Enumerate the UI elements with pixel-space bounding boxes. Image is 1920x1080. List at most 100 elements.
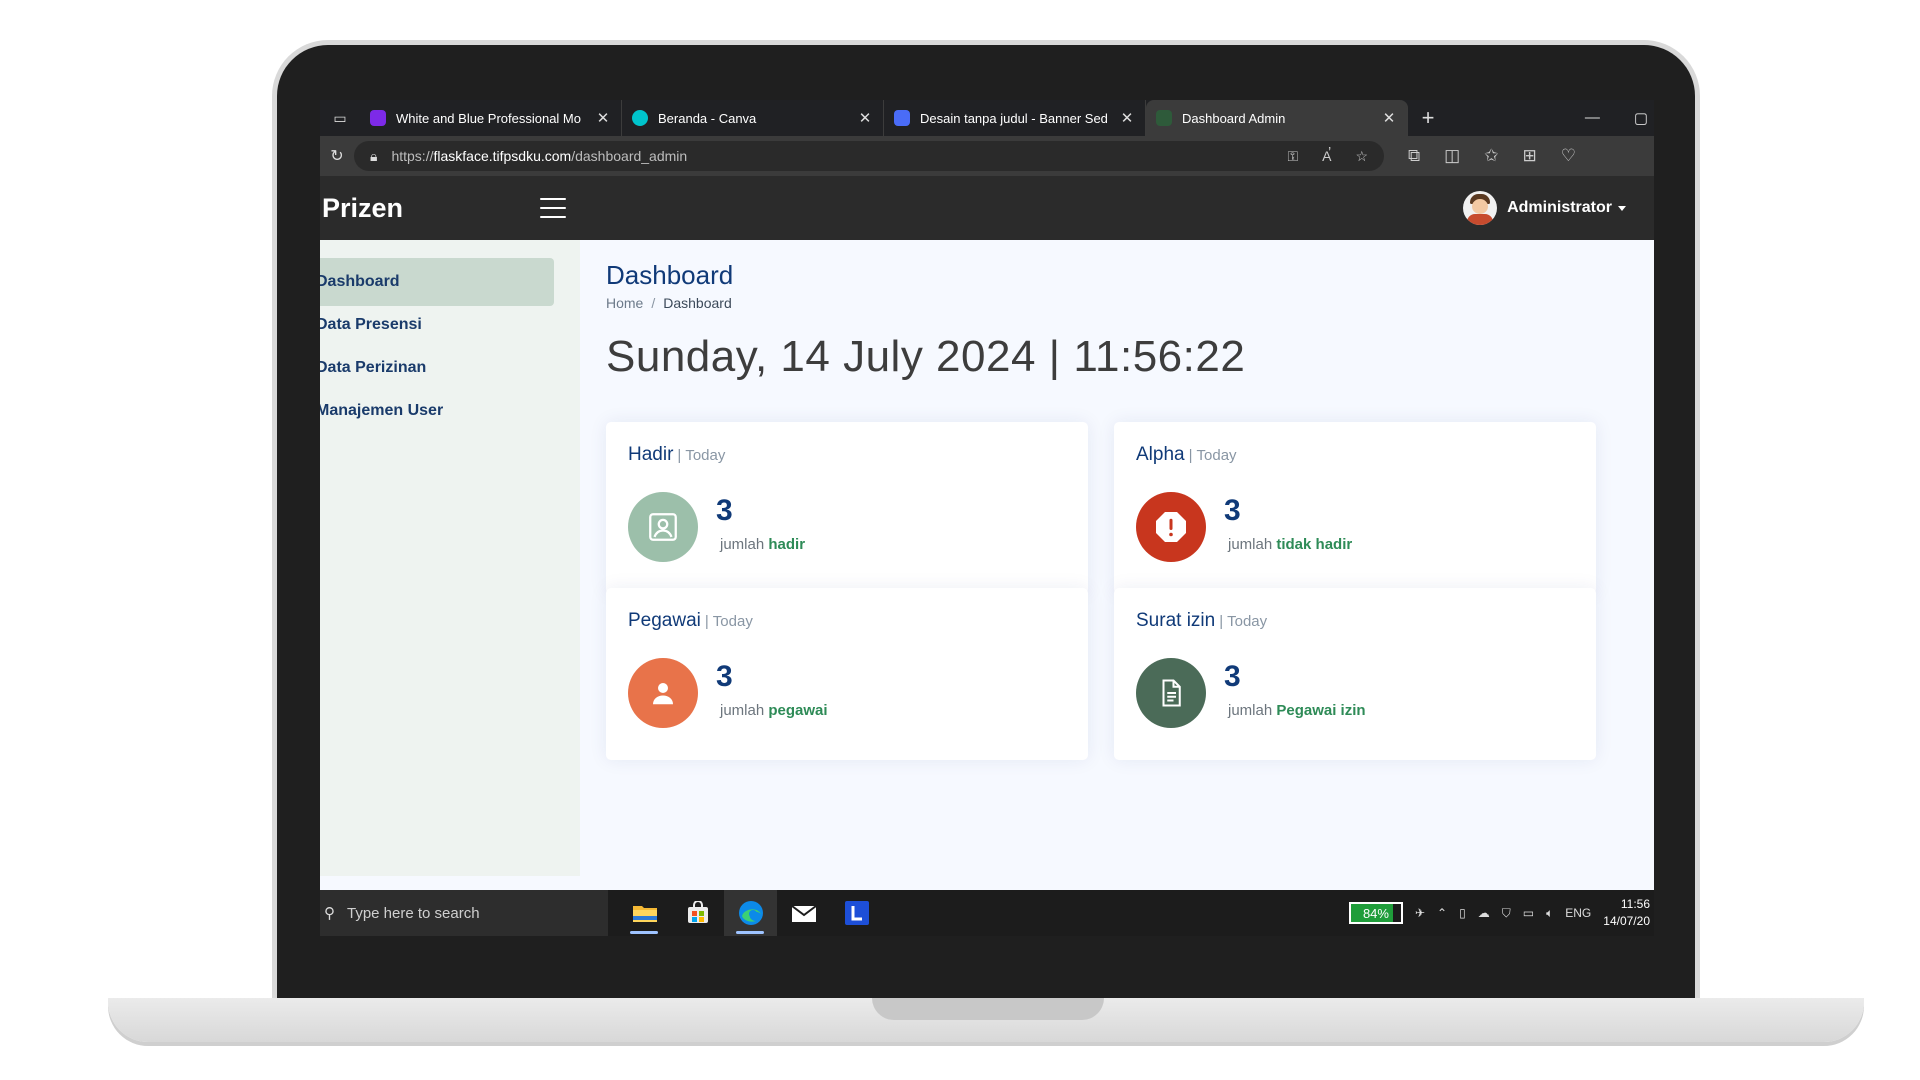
language-indicator[interactable]: ENG xyxy=(1565,906,1591,920)
page-title: Dashboard xyxy=(606,260,734,290)
favorite-star-icon[interactable]: ☆ xyxy=(1355,148,1368,165)
security-icon[interactable]: ⛉ xyxy=(1502,906,1511,921)
airplane-mode-icon[interactable]: ✈ xyxy=(1415,906,1425,920)
taskbar-search[interactable]: ⚲ Type here to search xyxy=(320,890,608,936)
taskbar-time: 11:56 xyxy=(1620,897,1650,911)
tab-title: Beranda - Canva xyxy=(658,110,757,126)
card-description: jumlah pegawai xyxy=(720,702,828,719)
card-desc-emphasis: tidak hadir xyxy=(1276,536,1353,553)
extensions-icon[interactable]: ⧉ xyxy=(1408,146,1420,166)
close-tab-icon[interactable]: ✕ xyxy=(595,109,611,127)
onedrive-cloud-icon[interactable]: ☁ xyxy=(1478,906,1490,920)
breadcrumb-home[interactable]: Home xyxy=(606,295,643,311)
canva-favicon-icon xyxy=(370,110,386,126)
stat-card-surat-izin: Surat izin | Today 3 jumlah Pegawai izin xyxy=(1114,588,1596,760)
split-screen-icon[interactable]: ◫ xyxy=(1444,146,1460,166)
reload-icon[interactable]: ↻ xyxy=(320,146,354,166)
card-value: 3 xyxy=(716,660,733,693)
browser-tab[interactable]: White and Blue Professional Mo ✕ xyxy=(360,100,622,136)
browser-tab[interactable]: Desain tanpa judul - Banner Sed ✕ xyxy=(884,100,1146,136)
main-content: Dashboard Home / Dashboard Sunday, 14 July… xyxy=(606,240,1654,876)
url-path: /dashboard_admin xyxy=(571,148,688,164)
card-desc-prefix: jumlah xyxy=(1228,702,1273,719)
collections-icon[interactable]: ⊞ xyxy=(1522,146,1536,166)
stat-card-alpha: Alpha | Today 3 jumlah tidak hadir xyxy=(1114,422,1596,594)
breadcrumb-separator: / xyxy=(651,295,656,311)
card-title: Hadir | Today xyxy=(628,444,726,465)
close-tab-icon[interactable]: ✕ xyxy=(1381,109,1397,127)
screen: ▭ White and Blue Professional Mo ✕ Beran… xyxy=(320,100,1654,936)
stat-card-hadir: Hadir | Today 3 jumlah hadir xyxy=(606,422,1088,594)
address-actions: ⚿ A̕ ☆ xyxy=(1287,148,1368,165)
minimize-icon[interactable]: — xyxy=(1585,109,1600,127)
favorites-icon[interactable]: ✩ xyxy=(1484,146,1498,166)
browser-tab-active[interactable]: Dashboard Admin ✕ xyxy=(1146,100,1408,136)
card-title-text: Alpha xyxy=(1136,444,1185,465)
volume-icon[interactable]: 🔈︎ xyxy=(1546,906,1553,921)
close-tab-icon[interactable]: ✕ xyxy=(1119,109,1135,127)
user-name: Administrator xyxy=(1507,199,1612,216)
app-header: Prizen Administrator xyxy=(320,176,1654,240)
address-bar-row: ↻ 🔒︎ https:// flaskface.tifpsdku.com /da… xyxy=(320,136,1654,176)
card-title: Pegawai | Today xyxy=(628,610,753,631)
tab-actions-icon[interactable]: ▭ xyxy=(320,100,360,136)
url-scheme: https:// xyxy=(391,148,434,164)
card-description: jumlah hadir xyxy=(720,536,805,553)
caret-down-icon xyxy=(1618,205,1626,211)
menu-toggle-icon[interactable] xyxy=(540,198,566,218)
new-tab-button[interactable]: + xyxy=(1408,105,1448,131)
sidebar-item-data-perizinan[interactable]: Data Perizinan xyxy=(320,344,554,392)
card-title: Surat izin | Today xyxy=(1136,610,1268,631)
card-title-text: Pegawai xyxy=(628,610,701,631)
person-frame-icon xyxy=(628,492,698,562)
microsoft-store-icon[interactable] xyxy=(671,890,724,936)
close-tab-icon[interactable]: ✕ xyxy=(857,109,873,127)
card-description: jumlah Pegawai izin xyxy=(1228,702,1366,719)
maximize-icon[interactable]: ▢ xyxy=(1634,109,1648,127)
card-title: Alpha | Today xyxy=(1136,444,1237,465)
app-logo[interactable]: Prizen xyxy=(320,193,540,224)
launcher-l-icon[interactable] xyxy=(830,890,883,936)
lock-icon[interactable]: 🔒︎ xyxy=(370,148,377,165)
alert-octagon-icon xyxy=(1136,492,1206,562)
user-menu[interactable]: Administrator xyxy=(1463,191,1626,225)
browser-tab-bar: ▭ White and Blue Professional Mo ✕ Beran… xyxy=(320,100,1654,136)
window-controls: — ▢ xyxy=(1585,109,1654,127)
browser-tab[interactable]: Beranda - Canva ✕ xyxy=(622,100,884,136)
card-period: Today xyxy=(685,447,726,464)
file-explorer-icon[interactable] xyxy=(618,890,671,936)
power-icon[interactable]: ▭ xyxy=(1523,906,1534,920)
taskbar-clock[interactable]: 11:56 14/07/20 xyxy=(1603,896,1650,930)
chevron-up-icon[interactable]: ⌃ xyxy=(1437,906,1447,920)
phone-link-icon[interactable]: ▯ xyxy=(1459,906,1466,920)
sidebar-item-manajemen-user[interactable]: Manajemen User xyxy=(320,387,554,435)
tab-title: Dashboard Admin xyxy=(1182,110,1286,126)
taskbar-date: 14/07/20 xyxy=(1603,914,1650,928)
key-icon[interactable]: ⚿ xyxy=(1287,148,1298,165)
document-icon xyxy=(1136,658,1206,728)
card-description: jumlah tidak hadir xyxy=(1228,536,1352,553)
card-value: 3 xyxy=(1224,660,1241,693)
canva-favicon-icon xyxy=(632,110,648,126)
url-field[interactable]: 🔒︎ https:// flaskface.tifpsdku.com /dash… xyxy=(354,141,1384,171)
system-tray: 84% ✈ ⌃ ▯ ☁ ⛉ ▭ 🔈︎ ENG 11:56 14/07/20 xyxy=(1348,896,1654,930)
card-period: Today xyxy=(1196,447,1237,464)
read-aloud-icon[interactable]: A̕ xyxy=(1322,148,1331,165)
browser-essentials-icon[interactable]: ♡ xyxy=(1561,146,1576,166)
windows-taskbar: ⚲ Type here to search 84% ✈ ⌃ ▯ ☁ ⛉ ▭ 🔈︎… xyxy=(320,890,1654,936)
sidebar-item-dashboard[interactable]: Dashboard xyxy=(320,258,554,306)
card-desc-prefix: jumlah xyxy=(720,536,765,553)
stat-card-pegawai: Pegawai | Today 3 jumlah pegawai xyxy=(606,588,1088,760)
site-favicon-icon xyxy=(1156,110,1172,126)
edge-browser-icon[interactable] xyxy=(724,890,777,936)
sidebar-item-data-presensi[interactable]: Data Presensi xyxy=(320,301,554,349)
sidebar-item-label: Data Perizinan xyxy=(320,359,427,376)
sidebar-item-label: Dashboard xyxy=(320,273,400,290)
mail-icon[interactable] xyxy=(777,890,830,936)
sidebar-item-label: Data Presensi xyxy=(320,316,422,333)
laptop-notch xyxy=(872,998,1104,1020)
breadcrumb: Home / Dashboard xyxy=(606,295,732,311)
taskbar-search-placeholder: Type here to search xyxy=(347,904,480,922)
battery-indicator[interactable]: 84% xyxy=(1348,902,1403,924)
card-value: 3 xyxy=(716,494,733,527)
